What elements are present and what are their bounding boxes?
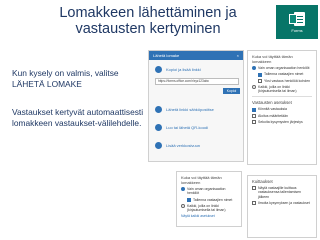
forms-label: Forms [291,27,303,33]
option-org-only-2-label: Vain oman organisaation henkilöt [187,187,226,196]
option-accept-responses[interactable]: Kiinnitä vastauksia [252,107,312,112]
option-receipt[interactable]: Näytä vastaajille kuittaus vastauksensa … [252,186,312,199]
option-anyone-2[interactable]: Kaikki, joilla on linkki (kirjautumisell… [181,204,237,213]
link-icon [155,66,162,73]
form-link-field[interactable]: https://forms.office.com/r/xyz123abc [155,78,239,85]
close-icon[interactable]: × [237,53,239,58]
option-accept-label: Kiinnitä vastauksia [258,107,287,112]
send-form-header: Lähetä lomake × [149,51,243,60]
divider [252,96,312,98]
share-qr-option[interactable]: Luo tai lähetä QR-koodi [155,124,208,131]
share-link-label: Kopioi ja lisää linkki [166,67,201,72]
receipts-heading: Kuittaukset [252,179,273,184]
embed-icon [155,142,162,149]
option-start-date[interactable]: Aloitus määritetään [252,113,312,119]
option-record-name-label: Tallenna vastaajien nimet [264,72,304,77]
option-record-name[interactable]: Tallenna vastaajien nimet [252,72,312,77]
forms-icon [289,11,305,26]
who-can-fill-heading: Kuka voi täyttää tämän lomakkeen [252,54,293,64]
who-can-fill-heading-2: Kuka voi täyttää tämän lomakkeen [181,175,222,185]
option-receipt-label: Näytä vastaajille kuittaus vastauksensa … [258,186,301,199]
checkbox-record-name-2[interactable] [187,197,191,202]
settings-panel-bottom: Kuittaukset Näytä vastaajille kuittaus v… [247,175,317,238]
option-shuffle-label: Sekoita kysymysten järjestys [258,120,303,125]
forms-logo: Forms [276,5,318,39]
option-shuffle[interactable]: Sekoita kysymysten järjestys [252,120,312,125]
instruction-text: Kun kysely on valmis, valitse LÄHETÄ LOM… [12,68,119,89]
checkbox-one-response[interactable] [258,78,262,83]
qr-icon [155,124,162,131]
checkbox-start-date[interactable] [252,114,256,119]
share-email-option[interactable]: Lähetä linkki sähköpostitse [155,106,214,113]
copy-button[interactable]: Kopioi [223,88,240,94]
settings-panel-mid: Kuka voi täyttää tämän lomakkeen Vain om… [176,171,242,227]
option-notify-label: Ilmoita kysymyksen ja vastaukset [258,200,310,205]
checkbox-shuffle[interactable] [252,120,256,125]
share-link-option[interactable]: Kopioi ja lisää linkki [155,66,201,73]
checkbox-notify[interactable] [252,201,256,206]
share-email-label: Lähetä linkki sähköpostitse [166,107,214,112]
all-settings-link[interactable]: Näytä kaikki asetukset [181,214,237,218]
radio-anyone-2[interactable] [181,204,185,209]
option-start-date-label: Aloitus määritetään [258,113,288,118]
radio-org-only-2[interactable] [181,187,185,192]
responses-text: Vastaukset kertyvät automaattisesti loma… [12,107,144,128]
option-anyone-2-label: Kaikki, joilla on linkki (kirjautumisell… [187,203,226,213]
radio-org-only[interactable] [252,66,256,71]
option-org-only-2[interactable]: Vain oman organisaation henkilöt [181,187,237,196]
option-one-response-label: Yksi vastaus henkilöä kohden [264,78,311,83]
option-notify[interactable]: Ilmoita kysymyksen ja vastaukset [252,200,312,206]
mail-icon [155,106,162,113]
share-embed-option[interactable]: Lisää verkkosivuun [155,142,200,149]
settings-panel-top: Kuka voi täyttää tämän lomakkeen Vain om… [247,50,317,165]
radio-anyone[interactable] [252,85,256,90]
share-qr-label: Luo tai lähetä QR-koodi [166,125,209,130]
send-form-title: Lähetä lomake [153,53,180,58]
checkbox-record-name[interactable] [258,72,262,77]
response-options-heading: Vastausten asetukset [252,100,292,106]
option-record-name-2[interactable]: Tallenna vastaajien nimet [181,198,237,202]
checkbox-accept-responses[interactable] [252,107,256,112]
send-form-panel: Lähetä lomake × Kopioi ja lisää linkki h… [148,50,244,162]
share-embed-label: Lisää verkkosivuun [166,143,201,148]
option-anyone[interactable]: Kaikki, joilla on linkki (kirjautumisell… [252,85,312,94]
option-org-only[interactable]: Vain oman organisaation henkilöt [252,66,312,71]
checkbox-receipt[interactable] [252,186,256,191]
option-one-response[interactable]: Yksi vastaus henkilöä kohden [252,79,312,83]
slide-title: Lomakkeen lähettäminen ja vastausten ker… [59,5,237,37]
option-org-only-label: Vain oman organisaation henkilöt [258,66,310,70]
option-record-name-2-label: Tallenna vastaajien nimet [193,197,233,202]
option-anyone-label: Kaikki, joilla on linkki (kirjautumisell… [258,84,297,94]
